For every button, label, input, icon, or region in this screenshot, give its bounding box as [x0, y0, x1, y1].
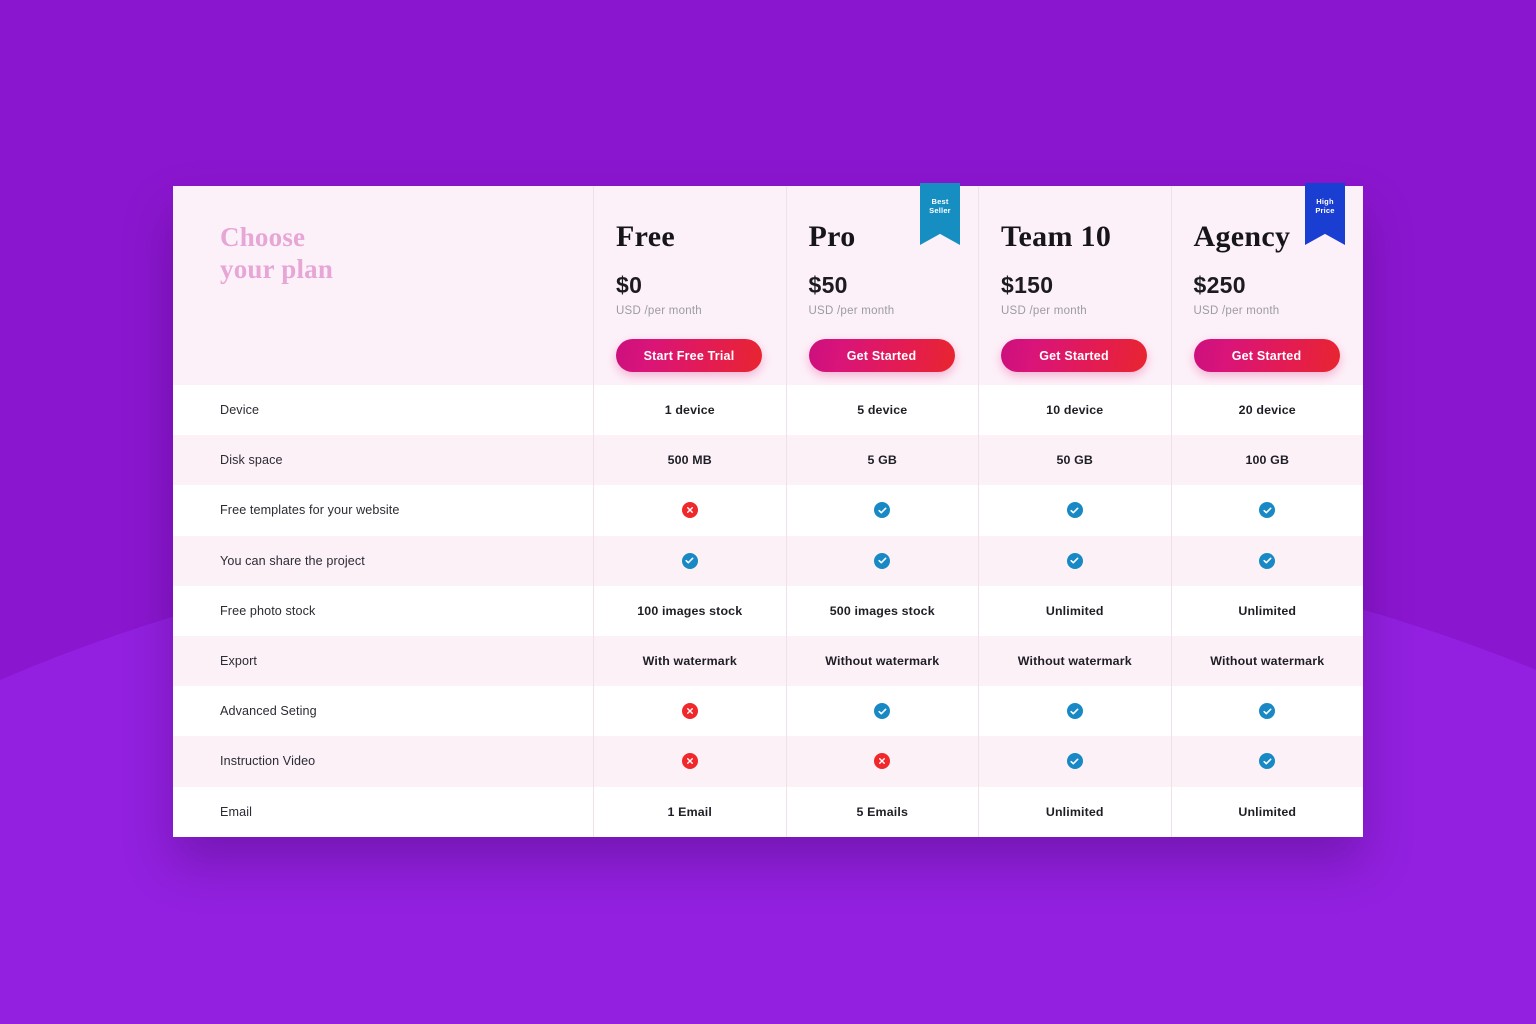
feature-cell-value: Without watermark: [785, 635, 979, 687]
feature-cell-icon: [978, 736, 1171, 787]
table-row: You can share the project: [173, 535, 1364, 586]
plan-price: $150: [1001, 272, 1054, 298]
feature-cell-icon: [785, 535, 979, 586]
feature-cell-value: 1 Email: [593, 786, 786, 837]
plan-price: $250: [1193, 272, 1246, 298]
check-circle-icon: [1066, 753, 1083, 770]
ribbon-line-1: Best: [931, 197, 949, 206]
feature-cell-value: 20 device: [1170, 385, 1364, 436]
page-title-line-1: Choose: [220, 222, 306, 252]
plan-header-agency: High Price Agency $250 USD /per month Ge…: [1170, 183, 1364, 385]
feature-label: Email: [220, 804, 252, 819]
plan-cta-button-free[interactable]: Start Free Trial: [616, 339, 762, 372]
check-circle-icon: [874, 552, 891, 569]
feature-cell-icon: [1170, 535, 1364, 586]
feature-cell-icon: [785, 485, 979, 536]
feature-cell-icon: [593, 485, 786, 536]
feature-cell-value: Unlimited: [978, 585, 1171, 636]
table-row: Export With watermark Without watermark Wit…: [173, 635, 1364, 687]
feature-cell-icon: [593, 535, 786, 586]
pricing-header-band: Choose your plan Free $0 USD /per month …: [173, 183, 1364, 385]
feature-cell-value: 100 images stock: [593, 585, 786, 636]
feature-cell-value: 500 images stock: [785, 585, 979, 636]
feature-cell-value: Unlimited: [1170, 585, 1364, 636]
intro-cell: Choose your plan: [173, 186, 593, 385]
feature-label: Export: [220, 654, 257, 669]
cross-circle-icon: [681, 753, 698, 770]
check-circle-icon: [874, 703, 891, 720]
check-circle-icon: [1066, 502, 1083, 519]
plan-cta-button-agency[interactable]: Get Started: [1193, 339, 1340, 372]
page-title: Choose your plan: [220, 222, 593, 285]
plan-period: USD /per month: [616, 305, 702, 317]
plan-period: USD /per month: [808, 305, 895, 317]
plan-price: $0: [616, 272, 643, 298]
ribbon-line-2: Price: [1315, 206, 1335, 216]
feature-cell-icon: [978, 535, 1171, 586]
plan-cta-button-team-10[interactable]: Get Started: [1001, 339, 1147, 372]
check-circle-icon: [1259, 502, 1276, 519]
plan-cta-button-pro[interactable]: Get Started: [808, 339, 955, 372]
pricing-card: Choose your plan Free $0 USD /per month …: [173, 183, 1364, 837]
feature-table: Device 1 device 5 device 10 device 20 device…: [173, 385, 1363, 837]
feature-label: Disk space: [220, 453, 283, 468]
feature-cell-value: Without watermark: [978, 635, 1171, 687]
feature-cell-icon: [785, 686, 979, 737]
plan-name: Free: [616, 220, 675, 253]
feature-cell-value: Unlimited: [1170, 786, 1364, 837]
feature-cell-value: 10 device: [978, 385, 1171, 436]
check-circle-icon: [1066, 552, 1083, 569]
check-circle-icon: [1259, 753, 1276, 770]
feature-cell-value: Unlimited: [978, 786, 1171, 837]
cross-circle-icon: [681, 703, 698, 720]
feature-cell-value: 100 GB: [1170, 435, 1364, 486]
feature-cell-value: Without watermark: [1170, 635, 1364, 687]
plan-name: Team 10: [1001, 220, 1112, 253]
plan-period: USD /per month: [1193, 305, 1280, 317]
feature-cell-icon: [978, 485, 1171, 536]
feature-cell-value: 500 MB: [593, 435, 786, 486]
feature-cell-icon: [785, 736, 979, 787]
cross-circle-icon: [874, 753, 891, 770]
feature-cell-value: 5 device: [785, 385, 979, 436]
check-circle-icon: [1259, 552, 1276, 569]
table-row: Advanced Seting: [173, 686, 1364, 737]
feature-label: You can share the project: [220, 553, 365, 568]
check-circle-icon: [1259, 703, 1276, 720]
table-row: Instruction Video: [173, 736, 1364, 787]
table-row: Device 1 device 5 device 10 device 20 device: [173, 385, 1364, 436]
table-row: Free photo stock 100 images stock 500 imag…: [173, 585, 1364, 636]
cross-circle-icon: [681, 502, 698, 519]
feature-label: Free photo stock: [220, 603, 316, 618]
check-circle-icon: [874, 502, 891, 519]
check-circle-icon: [681, 552, 698, 569]
feature-label: Instruction Video: [220, 754, 316, 769]
feature-cell-value: 50 GB: [978, 435, 1171, 486]
feature-cell-icon: [1170, 485, 1364, 536]
feature-cell-icon: [1170, 686, 1364, 737]
table-row: Email 1 Email 5 Emails Unlimited Unlimited: [173, 786, 1364, 837]
feature-cell-value: 1 device: [593, 385, 786, 436]
plan-header-free: Free $0 USD /per month Start Free Trial: [593, 186, 786, 385]
table-row: Disk space 500 MB 5 GB 50 GB 100 GB: [173, 435, 1364, 486]
feature-cell-icon: [1170, 736, 1364, 787]
feature-cell-value: 5 GB: [785, 435, 979, 486]
feature-label: Free templates for your website: [220, 503, 400, 518]
check-circle-icon: [1066, 703, 1083, 720]
page-title-line-2: your plan: [220, 253, 334, 284]
plan-period: USD /per month: [1001, 305, 1087, 317]
plan-price: $50: [808, 272, 848, 298]
feature-cell-icon: [593, 686, 786, 737]
feature-cell-value: With watermark: [593, 635, 786, 687]
feature-label: Advanced Seting: [220, 704, 317, 719]
feature-cell-value: 5 Emails: [785, 786, 979, 837]
feature-cell-icon: [593, 736, 786, 787]
feature-cell-icon: [978, 686, 1171, 737]
plan-header-pro: Best Seller Pro $50 USD /per month Get S…: [785, 183, 979, 385]
feature-label: Device: [220, 403, 260, 418]
table-row: Free templates for your website: [173, 485, 1364, 536]
plan-header-team-10: Team 10 $150 USD /per month Get Started: [978, 186, 1171, 385]
ribbon-line-2: Seller: [929, 206, 951, 216]
ribbon-line-1: High: [1316, 197, 1334, 206]
